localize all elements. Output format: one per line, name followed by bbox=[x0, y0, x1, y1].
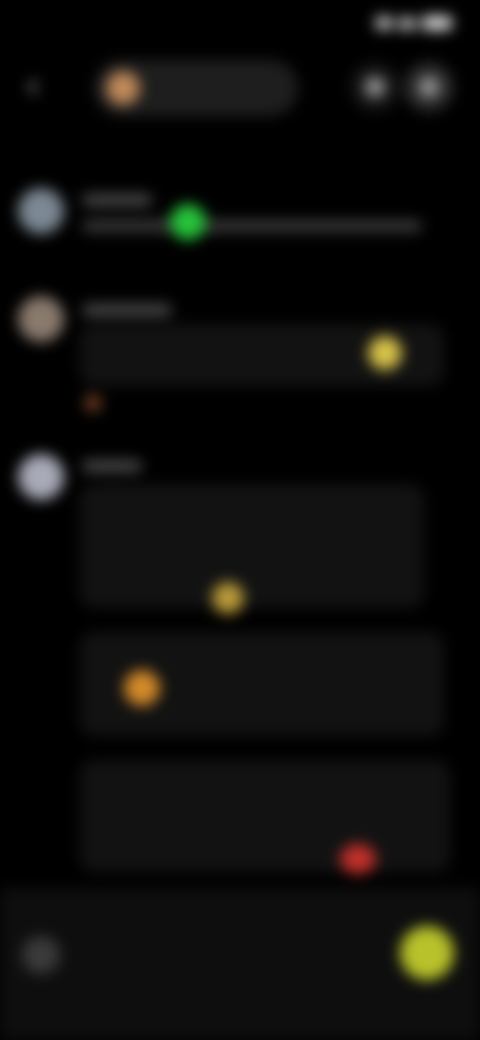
chat-screen: ‹ bbox=[0, 0, 480, 1040]
status-icons bbox=[376, 16, 452, 30]
message-input[interactable] bbox=[82, 932, 372, 978]
avatar[interactable] bbox=[18, 188, 64, 234]
reaction-icon bbox=[84, 394, 102, 412]
message-text-line bbox=[82, 304, 172, 316]
message-item[interactable] bbox=[0, 292, 480, 422]
status-bar bbox=[28, 14, 452, 40]
wifi-icon bbox=[398, 17, 416, 29]
more-icon bbox=[419, 77, 439, 97]
plus-icon[interactable] bbox=[22, 936, 60, 974]
chevron-left-icon[interactable]: ‹ bbox=[26, 68, 54, 104]
signal-icon bbox=[376, 17, 392, 29]
emoji-icon bbox=[124, 670, 160, 706]
message-composer bbox=[0, 888, 480, 1040]
message-item[interactable] bbox=[0, 180, 480, 260]
channel-title-pill[interactable] bbox=[94, 60, 298, 116]
blurred-layer: ‹ bbox=[0, 0, 480, 1040]
call-button[interactable] bbox=[350, 62, 400, 112]
send-button[interactable] bbox=[400, 926, 454, 980]
emoji-icon bbox=[368, 336, 402, 370]
message-bubble bbox=[80, 484, 424, 608]
chat-header: ‹ bbox=[0, 54, 480, 124]
message-text-line bbox=[82, 194, 152, 206]
emoji-icon bbox=[170, 204, 206, 240]
avatar[interactable] bbox=[18, 454, 64, 500]
emoji-icon bbox=[340, 844, 376, 874]
message-bubble bbox=[80, 760, 450, 872]
more-button[interactable] bbox=[404, 62, 454, 112]
battery-icon bbox=[422, 16, 452, 30]
channel-avatar bbox=[106, 71, 140, 105]
message-text-line bbox=[82, 460, 142, 472]
emoji-icon bbox=[212, 582, 244, 614]
avatar[interactable] bbox=[18, 296, 64, 342]
phone-icon bbox=[365, 77, 385, 97]
message-text-line bbox=[82, 220, 422, 232]
message-item[interactable] bbox=[0, 448, 480, 878]
